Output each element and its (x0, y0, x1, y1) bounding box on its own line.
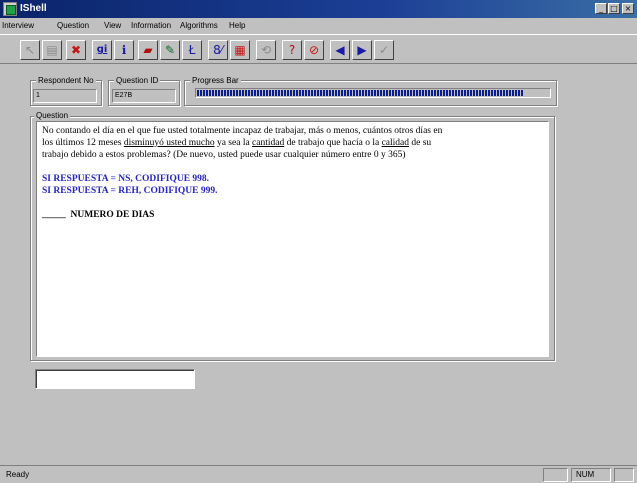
progress-label: Progress Bar (190, 76, 241, 85)
refresh-icon[interactable]: ⟲ (256, 40, 276, 60)
instruction-reh: SI RESPUESTA = REH, CODIFIQUE 999. (42, 186, 218, 196)
menu-bar: Interview Question View Information Algo… (0, 18, 637, 34)
book-icon[interactable]: ▰ (138, 40, 158, 60)
next-icon[interactable]: ▶ (352, 40, 372, 60)
translate-icon[interactable]: Ł (182, 40, 202, 60)
menu-interview[interactable]: Interview (2, 20, 34, 32)
question-line-3: trabajo debido a estos problemas? (De nu… (42, 150, 406, 160)
question-line-2: los últimos 12 meses disminuyó usted muc… (42, 138, 432, 148)
respondent-label: Respondent No (36, 76, 96, 85)
menu-algorithms[interactable]: Algorithms (180, 20, 218, 32)
no-icon[interactable]: ⊘ (304, 40, 324, 60)
minimize-button[interactable]: _ (595, 3, 607, 14)
arrow-icon[interactable]: ↖ (20, 40, 40, 60)
info-icon[interactable]: ℹ (114, 40, 134, 60)
app-icon (3, 2, 17, 16)
check-icon[interactable]: ✓ (374, 40, 394, 60)
delete-icon[interactable]: ✖ (66, 40, 86, 60)
num-lock-indicator: NUM (571, 468, 611, 482)
status-bar: Ready NUM (0, 465, 637, 483)
question-id-label: Question ID (114, 76, 161, 85)
question-line-1: No contando el día en el que fue usted t… (42, 126, 443, 136)
progress-bar-fill (197, 90, 524, 96)
edit-icon[interactable]: ✎ (160, 40, 180, 60)
respondent-number-field: 1 (33, 89, 97, 103)
menu-help[interactable]: Help (229, 20, 245, 32)
menu-question[interactable]: Question (57, 20, 89, 32)
status-panel-resize (614, 468, 634, 482)
progress-bar (195, 88, 551, 98)
menu-view[interactable]: View (104, 20, 121, 32)
status-text: Ready (6, 470, 30, 479)
title-bar: IShell _ □ × (0, 0, 637, 18)
previous-icon[interactable]: ◀ (330, 40, 350, 60)
maximize-button[interactable]: □ (608, 3, 620, 14)
question-label: Question (34, 111, 71, 120)
question-id-field: E27B (112, 89, 176, 103)
window-title: IShell (20, 3, 47, 14)
color-grid-icon[interactable]: ▦ (230, 40, 250, 60)
answer-prompt: _____ NUMERO DE DIAS (42, 210, 155, 220)
help-icon[interactable]: ? (282, 40, 302, 60)
save-icon[interactable]: ▤ (42, 40, 62, 60)
gi-icon[interactable]: gi (92, 40, 112, 60)
code-icon[interactable]: 8⁄ (208, 40, 228, 60)
menu-information[interactable]: Information (131, 20, 171, 32)
status-panel-empty (543, 468, 568, 482)
toolbar: ↖ ▤ ✖ gi ℹ ▰ ✎ Ł 8⁄ ▦ ⟲? ⊘ ◀ ▶ ✓ (0, 34, 637, 64)
instruction-ns: SI RESPUESTA = NS, CODIFIQUE 998. (42, 174, 210, 184)
question-text: No contando el día en el que fue usted t… (36, 121, 549, 357)
close-button[interactable]: × (622, 3, 634, 14)
answer-input[interactable] (35, 369, 195, 389)
